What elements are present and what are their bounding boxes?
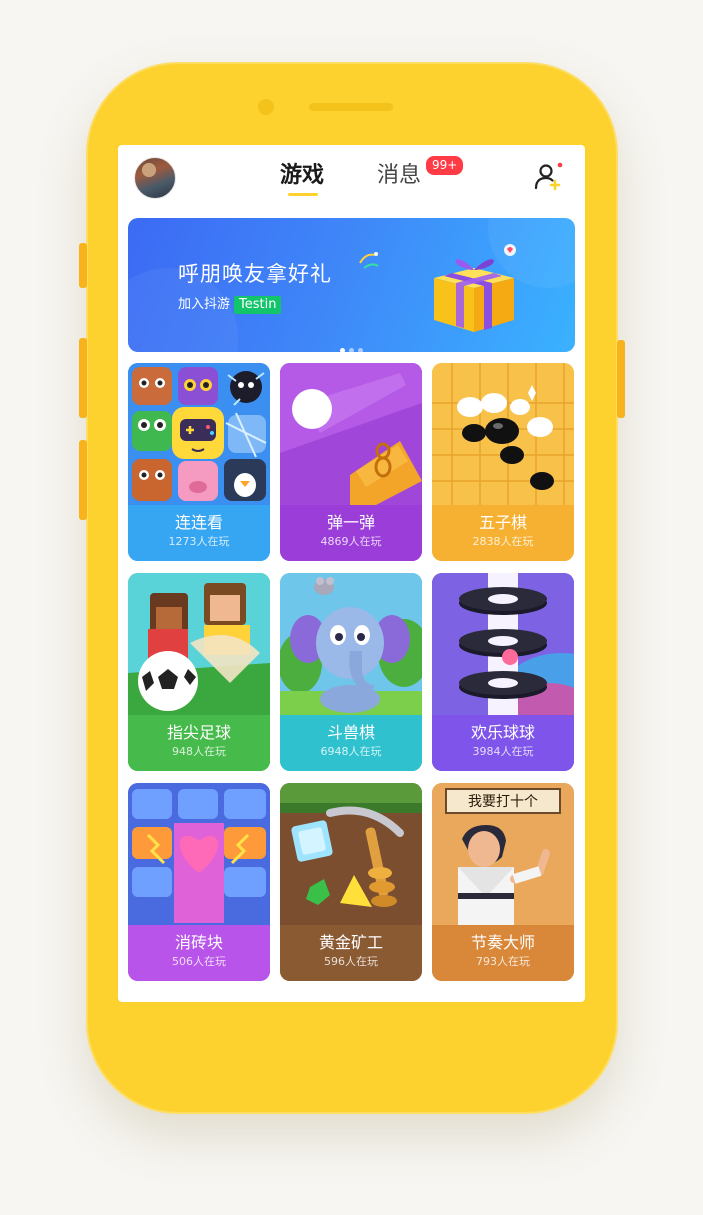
volume-down-button: [79, 440, 87, 520]
game-card-xiaozhuankuai[interactable]: 消砖块 506人在玩: [128, 783, 270, 981]
players-count: 793人在玩: [476, 955, 530, 968]
pickaxe-gem-icon: [280, 783, 422, 925]
tab-messages[interactable]: 消息: [377, 161, 421, 191]
go-stones-icon: [432, 363, 574, 505]
players-count: 4869人在玩: [320, 535, 382, 548]
players-count: 6948人在玩: [320, 745, 382, 758]
game-card-huangjinkuanggong[interactable]: 黄金矿工 596人在玩: [280, 783, 422, 981]
game-card-huanleqiuqiu[interactable]: 欢乐球球 3984人在玩: [432, 573, 574, 771]
players-count: 1273人在玩: [168, 535, 230, 548]
game-name: 弹一弹: [326, 513, 375, 532]
front-camera: [258, 99, 274, 115]
gift-box-icon: [434, 244, 516, 332]
sign-text: 我要打十个: [468, 793, 538, 810]
game-card-doushouqi[interactable]: 斗兽棋 6948人在玩: [280, 573, 422, 771]
players-count: 596人在玩: [324, 955, 378, 968]
game-caption: 斗兽棋 6948人在玩: [280, 715, 422, 771]
top-navigation: 游戏 消息 99+: [118, 145, 585, 211]
banner-title: 呼朋唤友拿好礼: [178, 262, 332, 286]
banner-subtitle-text: 加入抖游: [178, 297, 231, 312]
game-caption: 节奏大师 793人在玩: [432, 925, 574, 981]
game-name: 欢乐球球: [470, 723, 535, 742]
game-card-wuziqi[interactable]: 五子棋 2838人在玩: [432, 363, 574, 561]
bouncing-ball-icon: [280, 363, 422, 505]
game-card-lianliankan[interactable]: 连连看 1273人在玩: [128, 363, 270, 561]
banner-pagination: [340, 338, 367, 352]
game-card-jiezoudashi[interactable]: 我要打十个 节奏大师 793人在玩: [432, 783, 574, 981]
players-count: 506人在玩: [172, 955, 226, 968]
game-name: 消砖块: [174, 933, 223, 952]
players-count: 3984人在玩: [472, 745, 534, 758]
mute-switch: [79, 243, 87, 288]
heart-brick-icon: [128, 783, 270, 925]
active-tab-indicator: [288, 193, 318, 196]
volume-up-button: [79, 338, 87, 418]
helix-tower-icon: [432, 573, 574, 715]
pagination-dot[interactable]: [340, 348, 345, 352]
earpiece-speaker: [309, 103, 393, 111]
game-card-tanyitan[interactable]: 弹一弹 4869人在玩: [280, 363, 422, 561]
promo-banner[interactable]: 呼朋唤友拿好礼 加入抖游 Testin: [128, 218, 575, 352]
banner-subtitle: 加入抖游 Testin: [178, 293, 282, 314]
banner-tag: Testin: [234, 296, 282, 314]
game-name: 五子棋: [478, 513, 527, 532]
add-friend-icon[interactable]: [534, 162, 564, 192]
game-caption: 欢乐球球 3984人在玩: [432, 715, 574, 771]
elephant-icon: [280, 573, 422, 715]
players-count: 2838人在玩: [472, 535, 534, 548]
game-card-zhijianzuqiu[interactable]: 指尖足球 948人在玩: [128, 573, 270, 771]
pagination-dot[interactable]: [349, 348, 354, 352]
game-caption: 黄金矿工 596人在玩: [280, 925, 422, 981]
cube-faces-icon: [128, 363, 270, 505]
game-caption: 指尖足球 948人在玩: [128, 715, 270, 771]
game-name: 黄金矿工: [318, 933, 383, 952]
players-count: 948人在玩: [172, 745, 226, 758]
game-name: 节奏大师: [470, 933, 535, 952]
app-screen: 游戏 消息 99+ 呼朋唤友拿好礼 加入抖游 Testin 连连看 1273人在…: [118, 145, 585, 1002]
soccer-ball-icon: [128, 573, 270, 715]
message-count-badge: 99+: [424, 154, 466, 177]
pagination-dot[interactable]: [358, 348, 363, 352]
power-button: [617, 340, 625, 418]
game-caption: 五子棋 2838人在玩: [432, 505, 574, 561]
game-name: 连连看: [174, 513, 223, 532]
game-caption: 消砖块 506人在玩: [128, 925, 270, 981]
game-caption: 弹一弹 4869人在玩: [280, 505, 422, 561]
game-name: 斗兽棋: [326, 723, 375, 742]
kungfu-master-icon: 我要打十个: [432, 783, 574, 925]
tab-games[interactable]: 游戏: [280, 161, 324, 191]
game-caption: 连连看 1273人在玩: [128, 505, 270, 561]
game-name: 指尖足球: [166, 723, 231, 742]
user-avatar[interactable]: [134, 157, 176, 199]
